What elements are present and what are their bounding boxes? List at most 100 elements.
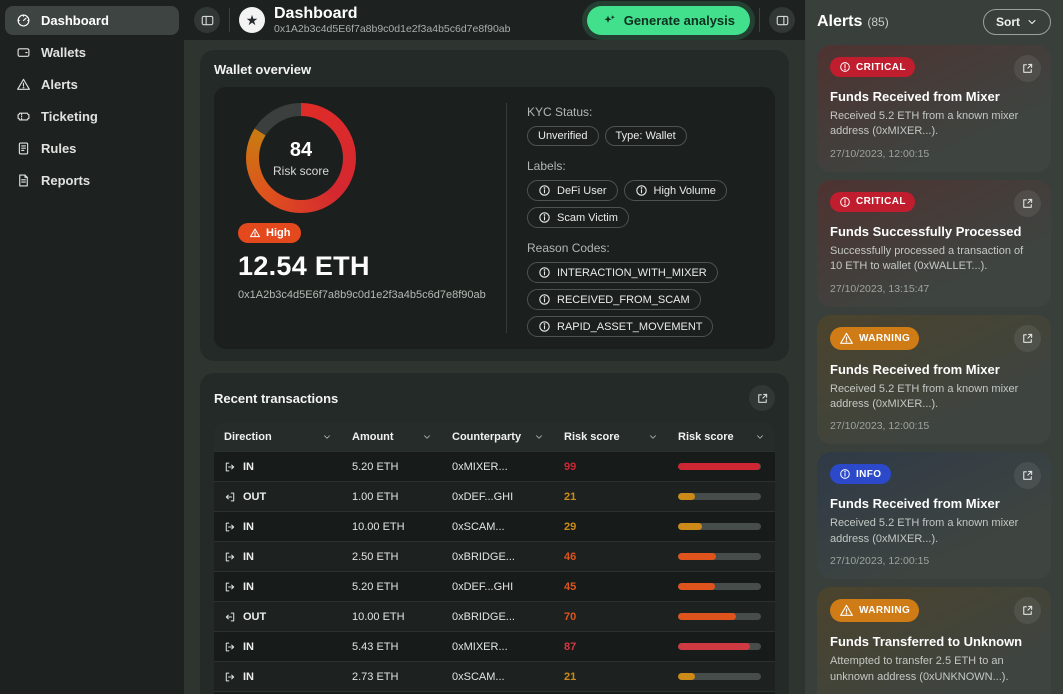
risk-bar-fill — [678, 583, 715, 590]
risk-gauge-column: 84 Risk score High 12.54 ETH 0x1A2b3c4d5… — [230, 99, 502, 337]
recent-transactions-title: Recent transactions — [214, 391, 338, 406]
alert-title: Funds Received from Mixer — [830, 89, 1038, 104]
transactions-table-header: DirectionAmountCounterparty Risk score Ris… — [214, 423, 775, 451]
reason-code-pill[interactable]: INTERACTION_WITH_MIXER — [527, 262, 718, 283]
kyc-status-pill[interactable]: Type: Wallet — [605, 126, 687, 146]
wallet-avatar: ★ — [239, 7, 265, 33]
risk-score-cell: 21 — [554, 671, 668, 683]
generate-analysis-button[interactable]: Generate analysis — [587, 6, 750, 35]
external-link-icon — [1020, 468, 1035, 483]
reason-codes-label: Reason Codes: — [527, 241, 759, 255]
direction-label: IN — [243, 671, 254, 683]
sidebar-item-dashboard[interactable]: Dashboard — [5, 6, 179, 35]
severity-label: INFO — [856, 469, 882, 480]
sidebar-item-label: Dashboard — [41, 13, 109, 28]
severity-badge: INFO — [830, 464, 891, 484]
chevron-down-icon[interactable] — [648, 432, 658, 442]
reason-code-pill[interactable]: RECEIVED_FROM_SCAM — [527, 289, 701, 310]
chevron-down-icon[interactable] — [322, 432, 332, 442]
right-panel-toggle-button[interactable] — [769, 7, 795, 33]
kyc-status-pill[interactable]: Unverified — [527, 126, 599, 146]
open-alert-button[interactable] — [1014, 55, 1041, 82]
column-header-label: Risk score — [564, 431, 620, 443]
direction-label: IN — [243, 521, 254, 533]
table-row[interactable]: IN10.00 ETH0xSCAM...29 — [214, 511, 775, 541]
direction-label: OUT — [243, 491, 266, 503]
table-row[interactable]: IN2.50 ETH0xBRIDGE...46 — [214, 541, 775, 571]
sidebar-item-wallets[interactable]: Wallets — [5, 38, 179, 67]
table-row[interactable]: IN2.73 ETH0xSCAM...21 — [214, 661, 775, 691]
chevron-down-icon[interactable] — [534, 432, 544, 442]
external-link-icon — [755, 391, 770, 406]
table-row[interactable]: IN5.20 ETH0xDEF...GHI45 — [214, 571, 775, 601]
direction-cell: IN — [214, 671, 342, 683]
counterparty-cell: 0xSCAM... — [442, 521, 554, 533]
alerts-sort-button[interactable]: Sort — [983, 9, 1051, 35]
arrow-in-icon — [224, 671, 236, 683]
direction-cell: OUT — [214, 611, 342, 623]
risk-score-cell: 45 — [554, 581, 668, 593]
amount-cell: 5.43 ETH — [342, 641, 442, 653]
recent-transactions-card: Recent transactions DirectionAmountCount… — [200, 373, 789, 694]
sidebar-item-rules[interactable]: Rules — [5, 134, 179, 163]
report-icon — [16, 173, 31, 188]
risk-bar-fill — [678, 463, 760, 470]
open-transactions-button[interactable] — [749, 385, 775, 411]
label-pill[interactable]: Scam Victim — [527, 207, 629, 228]
alert-title: Funds Received from Mixer — [830, 496, 1038, 511]
wallet-overview-panel: 84 Risk score High 12.54 ETH 0x1A2b3c4d5… — [214, 87, 775, 349]
risk-bar-track — [678, 553, 761, 560]
risk-score-bar-cell — [668, 643, 775, 650]
sidebar: Dashboard Wallets Alerts Ticketing Rules Repo… — [0, 0, 184, 694]
direction-cell: OUT — [214, 491, 342, 503]
alert-timestamp: 27/10/2023, 12:00:15 — [830, 420, 1038, 432]
reason-codes-pill-row: INTERACTION_WITH_MIXER RECEIVED_FROM_SCAM… — [527, 262, 759, 337]
alert-card: WARNINGFunds Transferred to UnknownAttem… — [817, 587, 1051, 694]
column-header-amount[interactable]: Amount — [342, 423, 442, 451]
table-row[interactable]: OUT10.00 ETH0xBRIDGE...70 — [214, 601, 775, 631]
alert-title: Funds Successfully Processed — [830, 224, 1038, 239]
left-panel-toggle-button[interactable] — [194, 7, 220, 33]
reason-code-pill[interactable]: RAPID_ASSET_MOVEMENT — [527, 316, 713, 337]
label-pill[interactable]: High Volume — [624, 180, 727, 201]
column-header-risk-score[interactable]: Risk score — [668, 423, 775, 451]
alert-description: Received 5.2 ETH from a known mixer addr… — [830, 109, 1038, 140]
chevron-down-icon[interactable] — [422, 432, 432, 442]
column-header-risk-score[interactable]: Risk score — [554, 423, 668, 451]
alerts-title: Alerts — [817, 13, 862, 31]
open-alert-button[interactable] — [1014, 597, 1041, 624]
direction-cell: IN — [214, 521, 342, 533]
sidebar-item-alerts[interactable]: Alerts — [5, 70, 179, 99]
risk-score-bar-cell — [668, 493, 775, 500]
chevron-down-icon[interactable] — [755, 432, 765, 442]
wallet-panel-divider — [506, 103, 507, 333]
severity-label: CRITICAL — [856, 196, 906, 207]
warning-triangle-icon — [839, 331, 854, 346]
risk-score-cell: 87 — [554, 641, 668, 653]
info-circle-icon — [538, 211, 551, 224]
open-alert-button[interactable] — [1014, 462, 1041, 489]
kyc-pill-row: Unverified Type: Wallet — [527, 126, 759, 146]
open-alert-button[interactable] — [1014, 190, 1041, 217]
amount-cell: 1.00 ETH — [342, 491, 442, 503]
risk-bar-track — [678, 463, 761, 470]
column-header-counterparty[interactable]: Counterparty — [442, 423, 554, 451]
label-pill[interactable]: DeFi User — [527, 180, 618, 201]
sidebar-item-ticketing[interactable]: Ticketing — [5, 102, 179, 131]
amount-cell: 2.73 ETH — [342, 671, 442, 683]
table-row[interactable]: IN5.20 ETH0xMIXER...99 — [214, 451, 775, 481]
alert-description: Attempted to transfer 2.5 ETH to an unkn… — [830, 654, 1038, 685]
open-alert-button[interactable] — [1014, 325, 1041, 352]
arrow-in-icon — [224, 461, 236, 473]
risk-score-gauge: 84 Risk score — [246, 103, 356, 213]
column-header-label: Risk score — [678, 431, 734, 443]
table-row[interactable]: IN5.43 ETH0xMIXER...87 — [214, 631, 775, 661]
risk-bar-fill — [678, 673, 695, 680]
counterparty-cell: 0xBRIDGE... — [442, 611, 554, 623]
arrow-in-icon — [224, 581, 236, 593]
risk-bar-fill — [678, 553, 716, 560]
table-row[interactable]: OUT1.00 ETH0xDEF...GHI21 — [214, 481, 775, 511]
direction-label: IN — [243, 641, 254, 653]
sidebar-item-reports[interactable]: Reports — [5, 166, 179, 195]
column-header-direction[interactable]: Direction — [214, 423, 342, 451]
